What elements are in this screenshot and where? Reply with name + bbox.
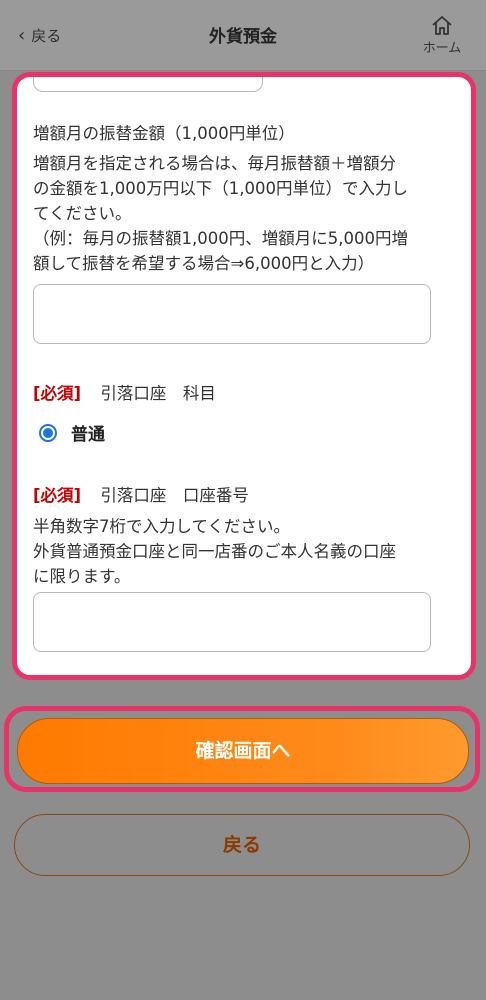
desc-line: 額して振替を希望する場合⇒6,000円と入力） bbox=[33, 254, 375, 273]
increase-amount-input[interactable] bbox=[33, 284, 431, 344]
confirm-button-highlight: 確認画面へ bbox=[4, 706, 480, 792]
account-number-label-text: 引落口座 口座番号 bbox=[100, 486, 249, 505]
required-badge: [必須] bbox=[33, 486, 82, 505]
home-icon bbox=[432, 16, 452, 35]
home-button[interactable]: ホーム bbox=[418, 14, 466, 56]
increase-amount-label: 増額月の振替金額（1,000円単位） bbox=[33, 124, 295, 143]
account-number-label: [必須] 引落口座 口座番号 bbox=[33, 483, 249, 508]
desc-line: の金額を1,000万円以下（1,000円単位）で入力し bbox=[33, 179, 408, 198]
account-number-input[interactable] bbox=[33, 592, 431, 652]
form-card: 増額月の振替金額（1,000円単位） 増額月を指定される場合は、毎月振替額＋増額… bbox=[12, 72, 476, 680]
desc-line: に限ります。 bbox=[33, 567, 131, 586]
desc-line: 増額月を指定される場合は、毎月振替額＋増額分 bbox=[33, 154, 396, 173]
desc-line: てください。 bbox=[33, 204, 132, 223]
account-type-label: [必須] 引落口座 科目 bbox=[33, 381, 216, 406]
radio-option-futsu[interactable]: 普通 bbox=[39, 420, 105, 445]
desc-line: （例：毎月の振替額1,000円、増額月に5,000円増 bbox=[33, 229, 408, 248]
desc-line: 半角数字7桁で入力してください。 bbox=[33, 517, 291, 536]
radio-selected-icon[interactable] bbox=[39, 423, 57, 442]
desc-line: 外貨普通預金口座と同一店番のご本人名義の口座 bbox=[33, 542, 396, 561]
back-button[interactable]: 戻る bbox=[14, 814, 470, 876]
app-header: ‹ 戻る 外貨預金 ホーム bbox=[0, 0, 486, 71]
account-number-description: 半角数字7桁で入力してください。 外貨普通預金口座と同一店番のご本人名義の口座 … bbox=[33, 514, 458, 589]
confirm-button[interactable]: 確認画面へ bbox=[17, 718, 469, 784]
account-type-label-text: 引落口座 科目 bbox=[100, 384, 216, 403]
radio-option-label: 普通 bbox=[71, 425, 105, 445]
page-title: 外貨預金 bbox=[209, 27, 277, 47]
increase-amount-description: 増額月を指定される場合は、毎月振替額＋増額分 の金額を1,000万円以下（1,0… bbox=[33, 151, 458, 276]
required-badge: [必須] bbox=[33, 384, 82, 403]
previous-input-field[interactable] bbox=[33, 77, 263, 92]
home-label: ホーム bbox=[422, 41, 462, 56]
